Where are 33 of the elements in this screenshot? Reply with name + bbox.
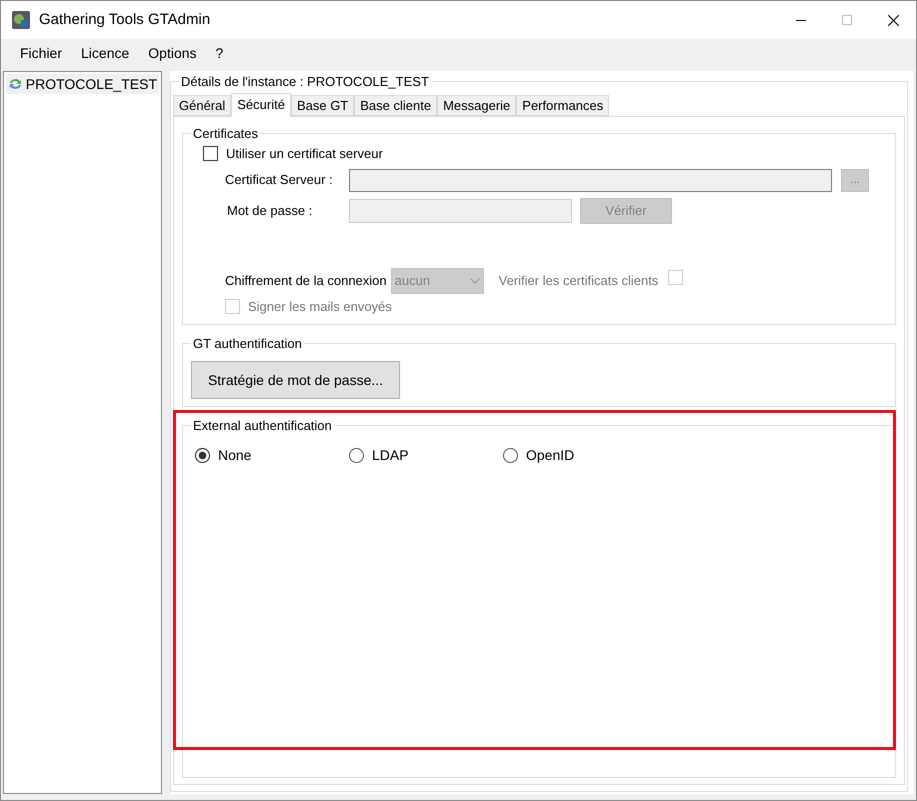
radio-label: LDAP — [372, 446, 409, 465]
radio-label: OpenID — [526, 446, 574, 465]
tab[interactable]: Messagerie — [437, 95, 516, 116]
password-field[interactable] — [349, 198, 572, 222]
maximize-icon — [842, 15, 852, 25]
menu-item[interactable]: Fichier — [11, 42, 72, 64]
tab[interactable]: Performances — [516, 95, 610, 116]
checkbox-label: Signer les mails envoyés — [248, 298, 392, 316]
tab[interactable]: Base GT — [290, 95, 354, 116]
menu-item[interactable]: Licence — [72, 42, 138, 64]
certificate-field[interactable] — [349, 168, 832, 192]
field-label: Certificat Serveur : — [225, 171, 334, 190]
tab[interactable]: Base cliente — [354, 95, 438, 116]
radio-button[interactable] — [195, 448, 210, 463]
menu-item[interactable]: ? — [206, 42, 232, 64]
checkbox-label: Utiliser un certificat serveur — [226, 145, 383, 163]
menu-item[interactable]: Options — [139, 42, 206, 64]
tab[interactable]: Général — [173, 95, 232, 116]
checkbox-label: Verifier les certificats clients — [498, 272, 658, 290]
tree-item[interactable]: PROTOCOLE_TEST — [6, 74, 159, 94]
app-icon — [11, 10, 31, 30]
field-label: Mot de passe : — [227, 202, 314, 220]
checkbox[interactable] — [203, 146, 218, 162]
radio-label: None — [218, 446, 252, 465]
radio-button[interactable] — [349, 448, 364, 463]
field-label: Chiffrement de la connexion — [225, 272, 387, 290]
radio-button[interactable] — [503, 448, 518, 463]
password-policy-button[interactable]: Stratégie de mot de passe... — [191, 361, 400, 399]
tab[interactable]: Sécurité — [231, 93, 291, 117]
close-icon — [888, 14, 898, 26]
chevron-down-icon — [470, 278, 480, 284]
window-title: Gathering Tools GTAdmin — [39, 10, 210, 30]
sync-icon — [8, 77, 23, 91]
